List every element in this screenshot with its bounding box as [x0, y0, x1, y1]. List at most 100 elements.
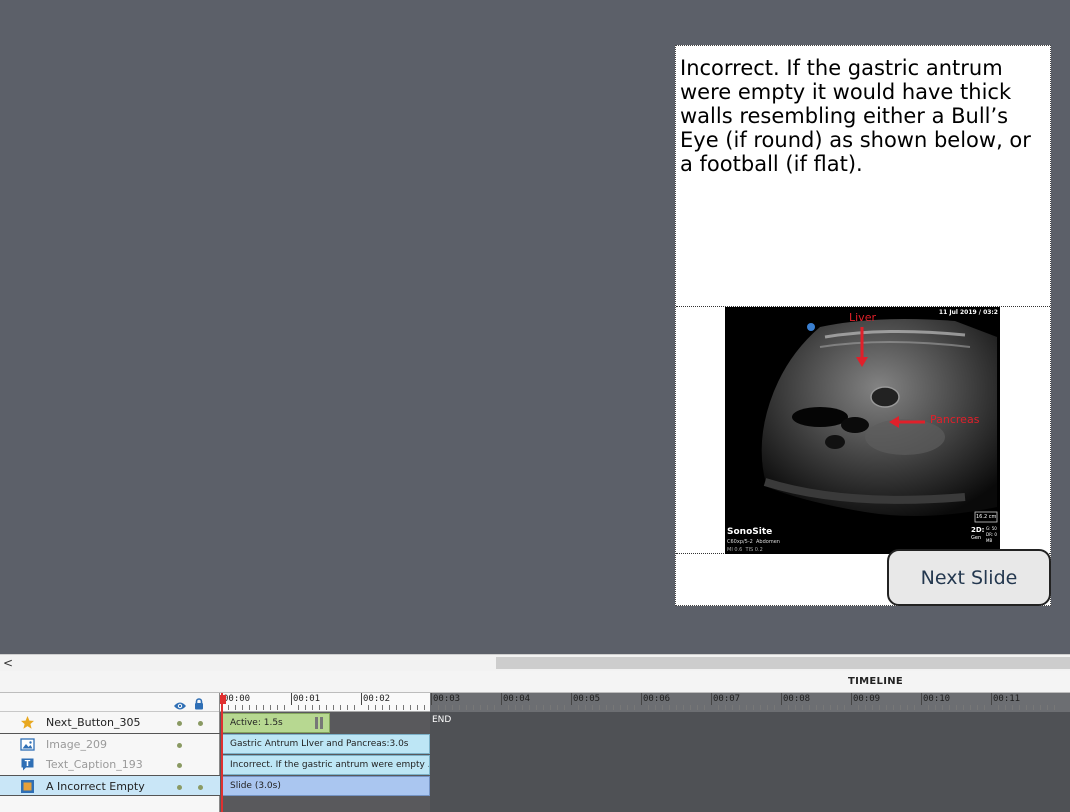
bar-next-button[interactable]: Active: 1.5s: [221, 713, 330, 733]
scroll-left-arrow[interactable]: <: [3, 655, 13, 671]
ruler-minor-tick: [249, 705, 250, 710]
ruler-minor-tick: [452, 705, 453, 710]
params-readout: G: 50 DR: 0 MB: [986, 526, 997, 543]
ruler-minor-tick: [837, 705, 838, 710]
image-frame[interactable]: 11 Jul 2019 / 03:2 Liver Pancreas 16.2 c…: [676, 307, 1050, 554]
ruler-tick: [711, 693, 712, 705]
timeline-tracks[interactable]: 00:00 00:01 00:02 00:03 00:04 00:05 00:06 00:07…: [220, 693, 1070, 812]
ruler-minor-tick: [788, 705, 789, 710]
timeline-panel: TIMELINE Next_Button_305 Image_209 T Tex…: [0, 671, 1070, 812]
ruler-minor-tick: [354, 705, 355, 710]
ruler-minor-tick: [284, 705, 285, 710]
probe-info: C60xp/5-2 Abdomen: [727, 539, 780, 545]
ruler-minor-tick: [466, 705, 467, 710]
ruler-minor-tick: [487, 705, 488, 710]
playhead[interactable]: [221, 693, 223, 812]
ruler-minor-tick: [655, 705, 656, 710]
ruler-minor-tick: [242, 705, 243, 710]
ruler-minor-tick: [459, 705, 460, 710]
ruler-minor-tick: [564, 705, 565, 710]
ruler-minor-tick: [963, 705, 964, 710]
ruler-minor-tick: [480, 705, 481, 710]
visibility-dot[interactable]: [177, 785, 182, 790]
star-icon: [20, 715, 35, 730]
date-stamp: 11 Jul 2019 / 03:2: [938, 309, 998, 316]
ruler-minor-tick: [270, 705, 271, 710]
bar-text-caption[interactable]: Incorrect. If the gastric antrum were em…: [221, 755, 430, 775]
ruler-minor-tick: [1054, 705, 1055, 710]
ruler-minor-tick: [606, 705, 607, 710]
layers-header: [0, 693, 219, 712]
ruler-minor-tick: [823, 705, 824, 710]
lock-dot[interactable]: [198, 721, 203, 726]
pause-icon: [315, 717, 323, 729]
ruler-minor-tick: [774, 705, 775, 710]
ultrasound-scan: [761, 319, 998, 523]
ruler-tick: [431, 693, 432, 705]
ruler-minor-tick: [816, 705, 817, 710]
ruler-minor-tick: [970, 705, 971, 710]
layer-name: Image_209: [46, 738, 107, 751]
ruler-minor-tick: [648, 705, 649, 710]
ruler-minor-tick: [865, 705, 866, 710]
ruler-minor-tick: [753, 705, 754, 710]
ruler-label: 00:04: [503, 694, 531, 704]
bar-image[interactable]: Gastric Antrum LIver and Pancreas:3.0s: [221, 734, 430, 754]
ruler-minor-tick: [1026, 705, 1027, 710]
ruler-minor-tick: [375, 705, 376, 710]
ruler-minor-tick: [802, 705, 803, 710]
ruler-minor-tick: [417, 705, 418, 710]
visibility-dot[interactable]: [177, 763, 182, 768]
ruler-label: 00:10: [923, 694, 951, 704]
bar-label: Gastric Antrum LIver and Pancreas:3.0s: [230, 739, 409, 749]
ruler-minor-tick: [830, 705, 831, 710]
ruler-minor-tick: [305, 705, 306, 710]
bar-label: Slide (3.0s): [230, 781, 281, 791]
ruler-minor-tick: [907, 705, 908, 710]
horizontal-scrollbar[interactable]: <: [0, 654, 1070, 671]
ruler-minor-tick: [984, 705, 985, 710]
layer-row-slide[interactable]: A Incorrect Empty: [0, 775, 220, 796]
ruler-minor-tick: [585, 705, 586, 710]
ruler-minor-tick: [550, 705, 551, 710]
ruler-minor-tick: [697, 705, 698, 710]
layers-list: Next_Button_305 Image_209 T Text_Caption…: [0, 693, 220, 812]
label-liver: Liver: [849, 311, 876, 324]
ruler-minor-tick: [977, 705, 978, 710]
layer-row-next-button[interactable]: Next_Button_305: [0, 712, 220, 733]
ruler-minor-tick: [900, 705, 901, 710]
ruler-tick: [571, 693, 572, 705]
lock-dot[interactable]: [198, 785, 203, 790]
ruler-tick: [361, 693, 362, 705]
ruler-minor-tick: [263, 705, 264, 710]
playhead-handle[interactable]: [220, 695, 226, 704]
visibility-dot[interactable]: [177, 721, 182, 726]
ruler-minor-tick: [690, 705, 691, 710]
ruler-label: 00:09: [853, 694, 881, 704]
ruler-minor-tick: [914, 705, 915, 710]
bar-label: Incorrect. If the gastric antrum were em…: [230, 760, 430, 770]
ruler-minor-tick: [949, 705, 950, 710]
slide[interactable]: Incorrect. If the gastric antrum were em…: [675, 45, 1051, 606]
ruler-label: 00:11: [993, 694, 1021, 704]
ruler-minor-tick: [508, 705, 509, 710]
ultrasound-image[interactable]: 11 Jul 2019 / 03:2 Liver Pancreas 16.2 c…: [725, 307, 1000, 554]
ruler-minor-tick: [599, 705, 600, 710]
ruler-minor-tick: [634, 705, 635, 710]
visibility-dot[interactable]: [177, 743, 182, 748]
bar-slide[interactable]: Slide (3.0s): [221, 776, 430, 796]
ruler-minor-tick: [277, 705, 278, 710]
layer-row-image[interactable]: Image_209: [0, 733, 220, 754]
time-ruler[interactable]: 00:00 00:01 00:02 00:03 00:04 00:05 00:06 00:07…: [220, 693, 1070, 712]
ruler-minor-tick: [718, 705, 719, 710]
text-caption[interactable]: Incorrect. If the gastric antrum were em…: [676, 46, 1050, 307]
next-slide-button[interactable]: Next Slide: [887, 549, 1051, 606]
layer-row-text-caption[interactable]: T Text_Caption_193: [0, 754, 220, 775]
label-pancreas: Pancreas: [930, 413, 980, 426]
scrollbar-thumb[interactable]: [496, 657, 1070, 669]
stage-canvas[interactable]: Incorrect. If the gastric antrum were em…: [0, 0, 1070, 654]
ruler-minor-tick: [1047, 705, 1048, 710]
ruler-minor-tick: [403, 705, 404, 710]
ruler-minor-tick: [704, 705, 705, 710]
brand-logo: SonoSite: [727, 527, 773, 537]
